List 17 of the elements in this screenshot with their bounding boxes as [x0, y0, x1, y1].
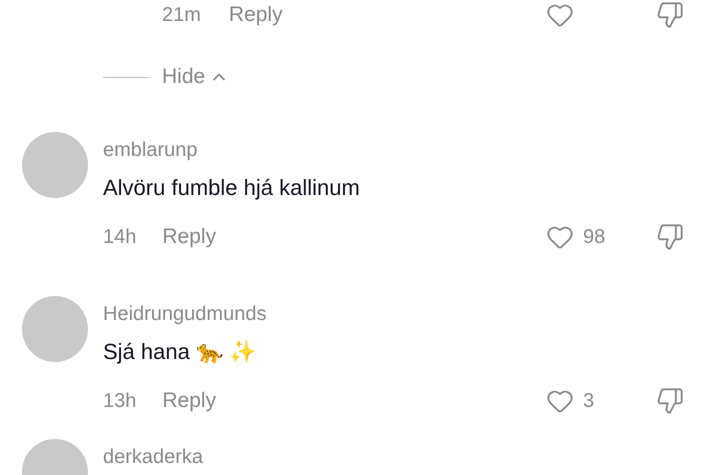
dislike-icon[interactable] [655, 223, 685, 251]
reply-button[interactable]: Reply [162, 387, 216, 415]
comment-time: 14h [103, 225, 136, 250]
like-count: 98 [583, 225, 606, 250]
dislike-icon[interactable] [655, 387, 685, 415]
reply-button[interactable]: Reply [162, 223, 216, 251]
comment-time: 13h [103, 389, 136, 414]
reply-button[interactable]: Reply [228, 1, 283, 29]
dislike-icon[interactable] [655, 1, 685, 29]
username[interactable]: derkaderka [103, 443, 685, 471]
hide-replies-button[interactable]: Hide [162, 63, 230, 91]
username[interactable]: emblarunp [103, 136, 685, 164]
comment-text: Alvöru fumble hjá kallinum [103, 174, 361, 202]
username[interactable]: Heidrungudmunds [103, 300, 685, 328]
comment-time: 21m [162, 3, 201, 28]
comment-text: Sjá hana 🐆 ✨ [103, 338, 258, 366]
like-count: 3 [583, 389, 596, 414]
